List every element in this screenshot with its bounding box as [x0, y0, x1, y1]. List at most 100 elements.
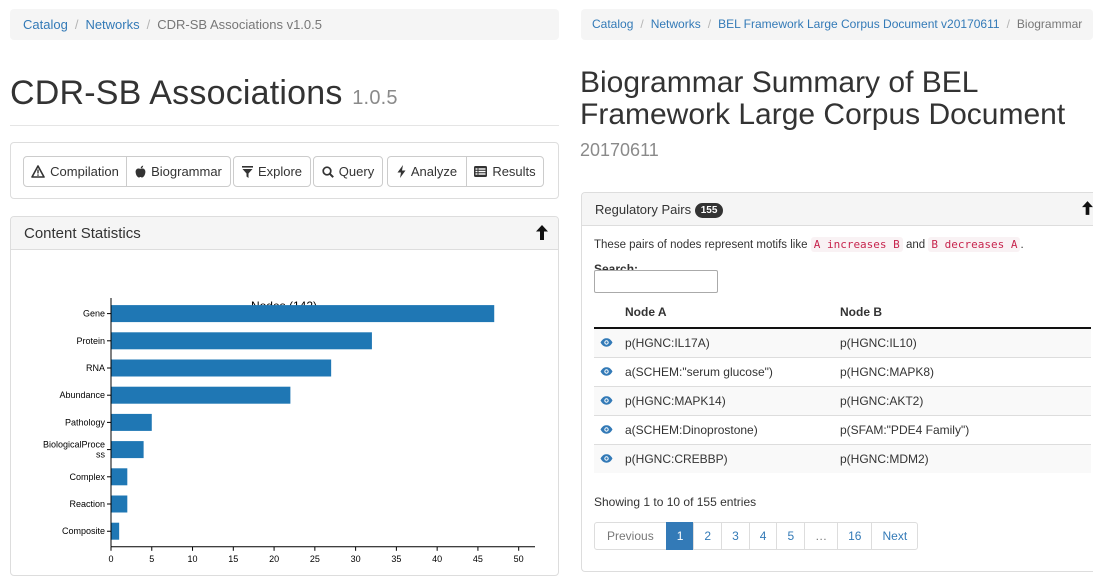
table-row: a(SCHEM:"serum glucose") p(HGNC:MAPK8): [594, 356, 1091, 386]
breadcrumb-networks-link[interactable]: Networks: [651, 17, 701, 31]
x-tick-label: 5: [149, 554, 154, 564]
regulatory-pairs-panel: Regulatory Pairs 155 These pairs of node…: [581, 192, 1093, 572]
content-statistics-panel: Content Statistics Nodes (142) GeneProte…: [10, 216, 559, 576]
results-button[interactable]: Results: [466, 156, 544, 187]
breadcrumb-document-link[interactable]: BEL Framework Large Corpus Document v201…: [718, 17, 999, 31]
node-b-cell: p(HGNC:AKT2): [840, 385, 1091, 415]
search-input[interactable]: [594, 270, 718, 293]
x-tick-label: 0: [108, 554, 113, 564]
page-title: CDR-SB Associations 1.0.5: [10, 74, 398, 113]
version-label: 1.0.5: [352, 87, 398, 109]
eye-icon[interactable]: [600, 424, 613, 434]
pagination-page-3[interactable]: 3: [721, 522, 750, 550]
bar-composite: [111, 522, 120, 540]
breadcrumb-separator: /: [146, 17, 151, 32]
compilation-label: Compilation: [50, 164, 119, 179]
table-header-spacer: [594, 297, 625, 329]
panel-title: Content Statistics: [24, 225, 141, 242]
analyze-label: Analyze: [410, 164, 458, 179]
explore-button[interactable]: Explore: [233, 156, 311, 187]
biogrammar-label: Biogrammar: [151, 164, 222, 179]
pagination-page-1[interactable]: 1: [665, 522, 695, 550]
breadcrumb-separator: /: [74, 17, 79, 32]
breadcrumb-catalog-link[interactable]: Catalog: [23, 17, 68, 32]
search-icon: [322, 165, 334, 178]
table-header-row: Node A Node B: [594, 297, 1091, 329]
node-a-cell: a(SCHEM:"serum glucose"): [625, 356, 840, 386]
y-tick-label: Gene: [83, 309, 105, 319]
biogrammar-button[interactable]: Biogrammar: [126, 156, 231, 187]
bar-abundance: [111, 386, 291, 404]
breadcrumb-separator: /: [707, 17, 712, 31]
page-title-line-2: Framework Large Corpus Document: [580, 98, 1066, 131]
query-button[interactable]: Query: [313, 156, 383, 187]
x-tick-label: 35: [391, 554, 401, 564]
apple-icon: [135, 165, 146, 178]
view-cell: [594, 327, 625, 357]
y-tick-label: Complex: [69, 472, 105, 482]
breadcrumb-catalog-link[interactable]: Catalog: [592, 17, 633, 31]
eye-icon[interactable]: [600, 395, 613, 405]
node-b-cell: p(HGNC:MDM2): [840, 443, 1091, 473]
column-header-node-a[interactable]: Node A: [625, 297, 840, 329]
y-tick-label: BiologicalProce ss: [43, 440, 106, 460]
pagination-previous[interactable]: Previous: [594, 522, 667, 550]
arrow-up-icon[interactable]: [1082, 201, 1093, 215]
eye-icon[interactable]: [600, 338, 613, 347]
description-prefix: These pairs of nodes represent motifs li…: [594, 239, 808, 251]
pagination-page-5[interactable]: 5: [776, 522, 806, 550]
table-row: p(HGNC:IL17A) p(HGNC:IL10): [594, 327, 1091, 357]
nodes-bar-chart: Nodes (142) GeneProteinRNAAbundancePatho…: [43, 298, 535, 564]
panel-heading: Content Statistics: [11, 217, 558, 250]
bar-pathology: [111, 413, 152, 431]
bar-protein: [111, 332, 372, 350]
view-cell: [594, 443, 625, 473]
eye-icon[interactable]: [600, 366, 613, 376]
x-tick-label: 10: [188, 554, 198, 564]
pagination-page-16[interactable]: 16: [837, 522, 873, 550]
node-b-cell: p(HGNC:MAPK8): [840, 356, 1091, 386]
breadcrumb-current: Biogrammar: [1016, 17, 1083, 31]
count-badge: 155: [694, 203, 724, 218]
toolbar: Compilation Biogrammar Explore Query Ana…: [10, 142, 559, 199]
y-tick-label: Protein: [76, 336, 105, 346]
analyze-button[interactable]: Analyze: [387, 156, 467, 187]
lightning-icon: [397, 165, 406, 178]
pagination-next[interactable]: Next: [871, 522, 919, 550]
x-tick-label: 40: [432, 554, 442, 564]
breadcrumb-current: CDR-SB Associations v1.0.5: [157, 17, 322, 32]
arrow-up-icon[interactable]: [536, 225, 548, 240]
node-a-cell: p(HGNC:CREBBP): [625, 443, 840, 473]
pagination-page-4[interactable]: 4: [748, 522, 778, 550]
node-a-cell: a(SCHEM:Dinoprostone): [625, 414, 840, 444]
compilation-button[interactable]: Compilation: [23, 156, 127, 187]
eye-icon[interactable]: [600, 454, 613, 463]
table-info: Showing 1 to 10 of 155 entries: [594, 495, 757, 509]
table-row: a(SCHEM:Dinoprostone) p(SFAM:"PDE4 Famil…: [594, 414, 1091, 444]
breadcrumb-networks-link[interactable]: Networks: [85, 17, 139, 32]
view-cell: [594, 356, 625, 386]
pagination: Previous 1 2 3 4 5 … 16 Next: [594, 522, 919, 550]
y-tick-label: Reaction: [69, 499, 105, 509]
breadcrumb-separator: /: [1006, 17, 1010, 31]
breadcrumb: Catalog / Networks / CDR-SB Associations v1.…: [10, 9, 559, 40]
page-title-text: CDR-SB Associations: [10, 74, 343, 112]
explore-label: Explore: [257, 164, 303, 179]
code-example-increases: A increases B: [810, 237, 903, 252]
left-pane: Catalog / Networks / CDR-SB Associations v1.…: [0, 0, 570, 576]
x-tick-label: 25: [310, 554, 320, 564]
pagination-page-2[interactable]: 2: [693, 522, 723, 550]
description-suffix: .: [1020, 239, 1024, 251]
breadcrumb-separator: /: [640, 17, 644, 31]
query-label: Query: [338, 164, 375, 179]
table-row: p(HGNC:MAPK14) p(HGNC:AKT2): [594, 385, 1091, 415]
y-tick-label: Pathology: [65, 417, 106, 427]
bar-reaction: [111, 495, 128, 513]
node-a-cell: p(HGNC:MAPK14): [625, 385, 840, 415]
panel-description: These pairs of nodes represent motifs li…: [594, 237, 1024, 252]
view-cell: [594, 385, 625, 415]
column-header-node-b[interactable]: Node B: [840, 297, 1091, 329]
filter-icon: [241, 165, 253, 178]
breadcrumb: Catalog / Networks / BEL Framework Large Cor…: [581, 9, 1093, 40]
x-tick-label: 20: [269, 554, 279, 564]
